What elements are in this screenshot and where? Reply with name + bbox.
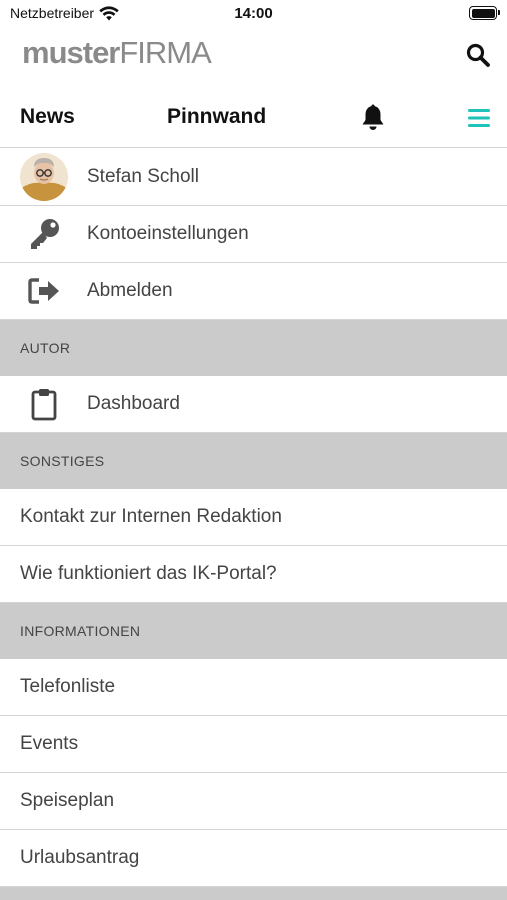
key-icon (31, 219, 59, 249)
battery-icon (469, 6, 500, 20)
menu-item-profile[interactable]: Stefan Scholl (0, 149, 507, 206)
search-icon (466, 43, 490, 67)
logo-brand: FIRMA (119, 35, 211, 70)
events-label: Events (20, 733, 79, 754)
menu-item-portal-help[interactable]: Wie funktioniert das IK-Portal? (0, 546, 507, 603)
notifications-button[interactable] (360, 104, 386, 132)
clipboard-icon (31, 389, 57, 421)
bell-icon (362, 104, 384, 130)
section-header-misc: SONSTIGES (0, 433, 507, 489)
menu-item-contact-editorial[interactable]: Kontakt zur Internen Redaktion (0, 489, 507, 546)
hamburger-menu-button[interactable] (466, 106, 492, 130)
tab-pinnwand[interactable]: Pinnwand (167, 105, 266, 129)
menu-item-account-settings[interactable]: Kontoeinstellungen (0, 206, 507, 263)
search-button[interactable] (465, 42, 491, 68)
avatar (20, 153, 68, 201)
status-bar: Netzbetreiber 14:00 (0, 0, 507, 28)
menu-plan-label: Speiseplan (20, 790, 115, 811)
menu-item-dashboard[interactable]: Dashboard (0, 376, 507, 433)
tab-news[interactable]: News (20, 105, 75, 129)
main-tab-bar: News Pinnwand (0, 90, 507, 148)
section-header-next (0, 887, 507, 900)
logout-label: Abmelden (87, 280, 173, 301)
section-header-author: AUTOR (0, 320, 507, 376)
clock: 14:00 (234, 5, 273, 22)
menu-item-events[interactable]: Events (0, 716, 507, 773)
side-menu-list: Stefan Scholl Kontoeinstellungen Abmelde… (0, 149, 507, 900)
vacation-request-label: Urlaubsantrag (20, 847, 140, 868)
section-title-information: INFORMATIONEN (20, 623, 141, 639)
account-settings-label: Kontoeinstellungen (87, 223, 249, 244)
phone-list-label: Telefonliste (20, 676, 116, 697)
menu-item-phone-list[interactable]: Telefonliste (0, 659, 507, 716)
menu-item-logout[interactable]: Abmelden (0, 263, 507, 320)
menu-item-vacation-request[interactable]: Urlaubsantrag (0, 830, 507, 887)
menu-item-menu-plan[interactable]: Speiseplan (0, 773, 507, 830)
section-title-misc: SONSTIGES (20, 453, 105, 469)
profile-name: Stefan Scholl (87, 166, 199, 187)
portal-help-label: Wie funktioniert das IK-Portal? (20, 563, 277, 584)
dashboard-label: Dashboard (87, 393, 180, 414)
company-logo[interactable]: musterFIRMA (22, 35, 212, 70)
sign-out-icon (28, 278, 59, 304)
app-header: musterFIRMA (0, 28, 507, 80)
section-title-author: AUTOR (20, 340, 71, 356)
section-header-information: INFORMATIONEN (0, 603, 507, 659)
logo-lead: muster (22, 35, 120, 70)
contact-editorial-label: Kontakt zur Internen Redaktion (20, 506, 282, 527)
hamburger-menu-icon (468, 109, 490, 127)
